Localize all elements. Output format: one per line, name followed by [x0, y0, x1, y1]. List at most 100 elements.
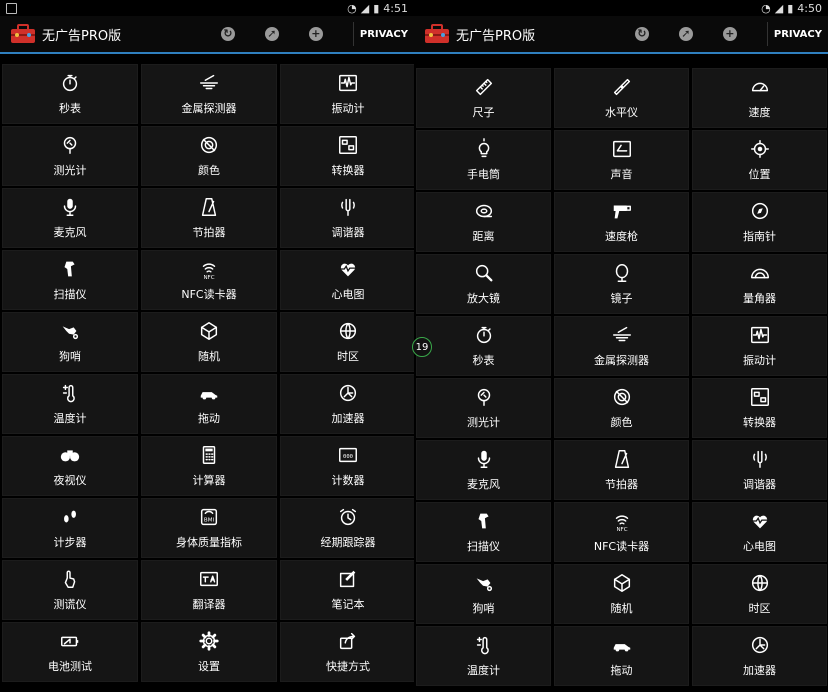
privacy-button[interactable]: PRIVACY [774, 29, 822, 40]
left-screen: ◔ ◢ ▮ 4:51 无广告PRO版 ↻ ➚ + PRIVACY 秒表 金属探测器… [0, 0, 414, 692]
mirror-icon [615, 264, 628, 282]
gear-icon [199, 631, 219, 651]
tool-tile[interactable]: 秒表 [2, 64, 138, 124]
tool-tile[interactable]: 快捷方式 [280, 622, 414, 682]
privacy-button[interactable]: PRIVACY [360, 29, 408, 40]
tool-tile[interactable]: 扫描仪 [416, 502, 551, 562]
tool-tile[interactable]: 随机 [554, 564, 689, 624]
tool-label: 镜子 [610, 292, 633, 305]
action-bar: 无广告PRO版 ↻ ➚ + PRIVACY [414, 16, 828, 54]
tool-tile[interactable]: 节拍器 [141, 188, 277, 248]
add-icon[interactable]: + [308, 27, 323, 41]
tool-tile[interactable]: 随机 [141, 312, 277, 372]
tool-tile[interactable]: 振动计 [280, 64, 414, 124]
tool-label: 金属探测器 [594, 354, 649, 367]
svg-text:BMI: BMI [204, 518, 215, 524]
tool-tile[interactable]: BMI 身体质量指标 [141, 498, 277, 558]
dice-icon [613, 574, 630, 592]
tool-label: 调谐器 [743, 478, 776, 491]
tool-tile[interactable]: 速度 [692, 68, 827, 128]
microphone-icon [477, 450, 490, 468]
tool-tile[interactable]: 狗哨 [416, 564, 551, 624]
tool-tile[interactable]: 水平仪 [554, 68, 689, 128]
add-icon[interactable]: + [722, 27, 737, 41]
tool-tile[interactable]: 翻译器 [141, 560, 277, 620]
tool-label: 笔记本 [331, 598, 365, 611]
magnifier-icon [475, 264, 492, 282]
tool-tile[interactable]: 测光计 [2, 126, 138, 186]
tool-tile[interactable]: 指南针 [692, 192, 827, 252]
tool-tile[interactable]: 温度计 [2, 374, 138, 434]
tool-label: 转换器 [743, 416, 776, 429]
tool-tile[interactable]: 颜色 [554, 378, 689, 438]
tool-label: 速度枪 [605, 230, 638, 243]
tool-tile[interactable]: NFC NFC读卡器 [554, 502, 689, 562]
tool-tile[interactable]: 尺子 [416, 68, 551, 128]
tool-tile[interactable]: NFC NFC读卡器 [141, 250, 277, 310]
tool-label: 拖动 [198, 412, 220, 425]
nfc-icon: NFC [615, 515, 628, 532]
tool-tile[interactable]: 心电图 [280, 250, 414, 310]
tool-tile[interactable]: 调谐器 [692, 440, 827, 500]
tool-tile[interactable]: 计算器 [141, 436, 277, 496]
tool-tile[interactable]: 笔记本 [280, 560, 414, 620]
bmi-scale-icon: BMI [200, 508, 218, 526]
tool-tile[interactable]: 节拍器 [554, 440, 689, 500]
tool-tile[interactable]: 时区 [280, 312, 414, 372]
tool-tile[interactable]: 镜子 [554, 254, 689, 314]
tool-tile[interactable]: 拖动 [554, 626, 689, 686]
tool-tile[interactable]: 放大镜 [416, 254, 551, 314]
overlay-counter-badge[interactable]: 19 [412, 337, 432, 357]
touch-hand-icon [64, 570, 76, 588]
tool-label: 计算器 [192, 474, 226, 487]
tool-tile[interactable]: 手电筒 [416, 130, 551, 190]
tool-tile[interactable]: 声音 [554, 130, 689, 190]
tool-tile[interactable]: 测光计 [416, 378, 551, 438]
tool-tile[interactable]: 时区 [692, 564, 827, 624]
dog-whistle-icon [62, 326, 79, 340]
tool-tile[interactable]: 振动计 [692, 316, 827, 376]
tool-tile[interactable]: 位置 [692, 130, 827, 190]
tool-tile[interactable]: 转换器 [280, 126, 414, 186]
tool-tile[interactable]: 转换器 [692, 378, 827, 438]
tool-tile[interactable]: 加速器 [692, 626, 827, 686]
status-bar: ◔ ◢ ▮ 4:51 [0, 0, 414, 16]
tool-label: 颜色 [610, 416, 633, 429]
accelerometer-icon [751, 636, 768, 654]
tool-tile[interactable]: 秒表 [416, 316, 551, 376]
tool-tile[interactable]: 000 计数器 [280, 436, 414, 496]
reset-icon[interactable]: ↻ [634, 27, 649, 41]
globe-icon [751, 574, 768, 592]
tool-tile[interactable]: 夜视仪 [2, 436, 138, 496]
battery-icon: ▮ [787, 1, 794, 15]
tool-tile[interactable]: 速度枪 [554, 192, 689, 252]
tool-tile[interactable]: 测谎仪 [2, 560, 138, 620]
tool-tile[interactable]: 距离 [416, 192, 551, 252]
tool-tile[interactable]: 加速器 [280, 374, 414, 434]
tool-tile[interactable]: 拖动 [141, 374, 277, 434]
tool-tile[interactable]: 扫描仪 [2, 250, 138, 310]
svg-text:NFC: NFC [203, 275, 214, 280]
tool-tile[interactable]: 狗哨 [2, 312, 138, 372]
tool-tile[interactable]: 麦克风 [2, 188, 138, 248]
tool-tile[interactable]: 温度计 [416, 626, 551, 686]
tool-tile[interactable]: 金属探测器 [554, 316, 689, 376]
speed-gun-icon [613, 205, 631, 219]
tool-tile[interactable]: 颜色 [141, 126, 277, 186]
tool-tile[interactable]: 电池测试 [2, 622, 138, 682]
tool-tile[interactable]: 设置 [141, 622, 277, 682]
navigate-icon[interactable]: ➚ [678, 27, 693, 41]
navigate-icon[interactable]: ➚ [264, 27, 279, 41]
reset-icon[interactable]: ↻ [220, 27, 235, 41]
tool-tile[interactable]: 计步器 [2, 498, 138, 558]
right-screen: ◔ ◢ ▮ 4:50 无广告PRO版 ↻ ➚ + PRIVACY 尺子 水平仪 速度… [414, 0, 828, 692]
tool-tile[interactable]: 经期跟踪器 [280, 498, 414, 558]
tool-label: 温度计 [53, 412, 87, 425]
tool-tile[interactable]: 麦克风 [416, 440, 551, 500]
tool-tile[interactable]: 金属探测器 [141, 64, 277, 124]
tool-tile[interactable]: 调谐器 [280, 188, 414, 248]
tool-tile[interactable]: 心电图 [692, 502, 827, 562]
wifi-icon: ◔ [347, 1, 357, 15]
tool-tile[interactable]: 量角器 [692, 254, 827, 314]
signal-icon: ◢ [360, 1, 370, 15]
